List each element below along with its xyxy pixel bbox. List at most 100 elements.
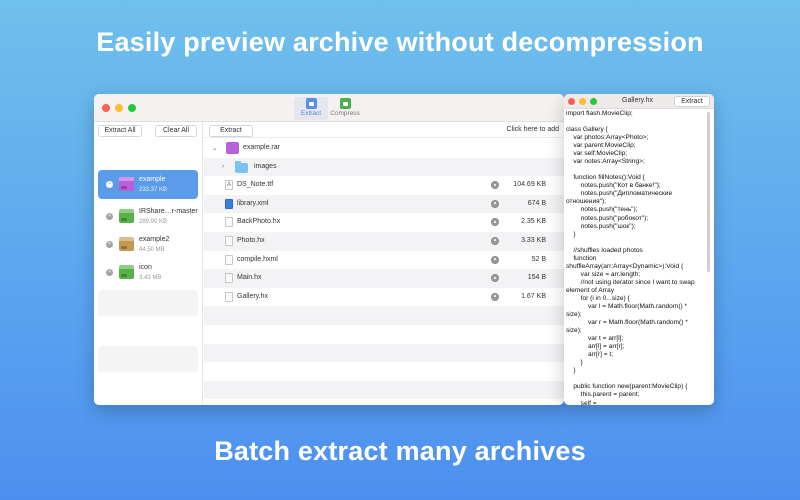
archive-window: Extract Compress Extract All Clear All ×…: [94, 94, 564, 405]
compress-icon: [339, 98, 351, 109]
xml-file-icon: [225, 198, 233, 209]
archive-size: 289.90 KB: [139, 219, 168, 225]
archive-box-icon: [119, 237, 134, 251]
archive-box-icon: [119, 209, 134, 223]
toolbar-extract-label: Extract: [300, 110, 322, 117]
code-line: notes.push("Дипломатические отношения");: [566, 190, 674, 206]
archive-item[interactable]: × IRShare…r-master 289.90 KB: [98, 202, 198, 231]
preview-magnifier-icon[interactable]: [491, 274, 499, 283]
clear-all-button[interactable]: Clear All: [155, 125, 197, 137]
code-line: }: [566, 230, 576, 238]
file-size: 154 B: [527, 274, 546, 282]
file-row[interactable]: Photo.hx 3.33 KB: [204, 231, 564, 251]
preview-magnifier-icon[interactable]: [491, 236, 499, 245]
file-row[interactable]: BackPhoto.hx 2.35 KB: [204, 213, 564, 232]
minimize-window-button[interactable]: [115, 104, 123, 112]
toolbar-compress-label: Compress: [330, 110, 360, 117]
file-icon: [225, 291, 233, 302]
file-icon: [225, 273, 233, 284]
add-archive-hint[interactable]: Click here to add: [506, 126, 559, 133]
extract-all-button[interactable]: Extract All: [98, 125, 142, 137]
file-row[interactable]: Main.hx 154 B: [204, 269, 564, 288]
code-line: import flash.MovieClip;: [566, 110, 633, 117]
font-file-icon: A: [225, 180, 233, 191]
preview-magnifier-icon[interactable]: [491, 255, 499, 264]
chevron-down-icon[interactable]: ⌄: [212, 144, 218, 152]
file-name: DS_Note.ttf: [237, 181, 274, 189]
extract-button[interactable]: Extract: [209, 125, 253, 137]
file-row[interactable]: A DS_Note.ttf 104.69 KB: [204, 176, 564, 195]
remove-archive-icon[interactable]: ×: [106, 269, 113, 276]
code-line: self = parent.createEmptyMovieClip("gall…: [580, 399, 597, 406]
empty-row: [204, 343, 564, 363]
code-line: notes.push("Кот в банке!");: [566, 182, 661, 190]
file-size: 1.67 KB: [521, 292, 546, 300]
archive-item[interactable]: × example2 44.50 MB: [98, 230, 198, 259]
archive-name: icon: [139, 264, 152, 271]
archive-item[interactable]: × icon 3.43 MB: [98, 258, 198, 287]
close-window-button[interactable]: [102, 104, 110, 112]
code-line: var notes:Array<String>;: [566, 158, 645, 166]
file-name: compile.hxml: [237, 255, 278, 263]
extract-icon: [305, 98, 317, 109]
toolbar-extract-tab[interactable]: Extract: [294, 97, 328, 120]
archive-name: IRShare…r-master: [139, 208, 198, 215]
preview-magnifier-icon[interactable]: [491, 218, 499, 227]
close-preview-button[interactable]: [568, 98, 575, 105]
folder-name: images: [254, 162, 277, 170]
empty-row: [204, 325, 564, 344]
archive-name: example2: [139, 236, 170, 243]
preview-scrollbar[interactable]: [707, 112, 710, 272]
toolbar-compress-tab[interactable]: Compress: [328, 97, 362, 120]
preview-magnifier-icon[interactable]: [491, 181, 499, 190]
code-line: public function new(parent:MovieClip) {: [566, 383, 688, 391]
headline-bottom: Batch extract many archives: [214, 436, 586, 466]
code-line: notes.push("робокот");: [566, 214, 649, 222]
tree-row-folder[interactable]: › images: [204, 157, 564, 177]
preview-magnifier-icon[interactable]: [491, 199, 499, 208]
file-name: Gallery.hx: [237, 292, 268, 300]
file-size: 104.69 KB: [513, 181, 546, 189]
preview-magnifier-icon[interactable]: [491, 292, 499, 301]
empty-list-row: [98, 346, 198, 372]
file-row[interactable]: Gallery.hx 1.67 KB: [204, 288, 564, 307]
minimize-preview-button[interactable]: [579, 98, 586, 105]
file-row[interactable]: compile.hxml 52 B: [204, 251, 564, 270]
zoom-window-button[interactable]: [128, 104, 136, 112]
remove-archive-icon[interactable]: ×: [106, 213, 113, 220]
remove-archive-icon[interactable]: ×: [106, 181, 113, 188]
code-line: class Gallery {: [566, 126, 608, 134]
file-size: 2.35 KB: [521, 218, 546, 226]
root-archive-name: example.rar: [243, 144, 280, 151]
preview-extract-button[interactable]: Extract: [674, 96, 710, 107]
code-line: //not using iterator since I want to swa…: [566, 278, 697, 294]
folder-icon: [235, 160, 248, 173]
chevron-right-icon[interactable]: ›: [222, 163, 224, 170]
code-line: function shuffleArray(arr:Array<Dynamic>…: [566, 254, 684, 270]
preview-window: Gallery.hx Extract import flash.MovieCli…: [564, 94, 714, 405]
file-name: library.xml: [237, 199, 269, 207]
file-size: 3.33 KB: [521, 236, 546, 244]
headline-top: Easily preview archive without decompres…: [96, 27, 704, 57]
code-view[interactable]: import flash.MovieClip; class Gallery { v…: [566, 110, 704, 405]
code-line: }: [566, 359, 583, 367]
code-line: var size = arr.length;: [566, 270, 641, 278]
archive-box-icon: [119, 177, 134, 191]
code-line: var photos:Array<Photo>;: [566, 134, 649, 142]
code-line: var t = arr[l];: [566, 335, 624, 343]
preview-titlebar: Gallery.hx Extract: [564, 94, 714, 109]
empty-list-row: [98, 290, 198, 316]
zoom-preview-button[interactable]: [590, 98, 597, 105]
tree-row-root[interactable]: ⌄ example.rar: [204, 139, 564, 158]
archive-item[interactable]: × example 233.37 KB: [98, 170, 198, 199]
file-row[interactable]: library.xml 674 B: [204, 194, 564, 214]
file-name: Main.hx: [237, 274, 262, 282]
window-titlebar: Extract Compress: [94, 94, 564, 122]
file-size: 674 B: [527, 199, 546, 207]
archive-size: 233.37 KB: [139, 187, 168, 193]
remove-archive-icon[interactable]: ×: [106, 241, 113, 248]
